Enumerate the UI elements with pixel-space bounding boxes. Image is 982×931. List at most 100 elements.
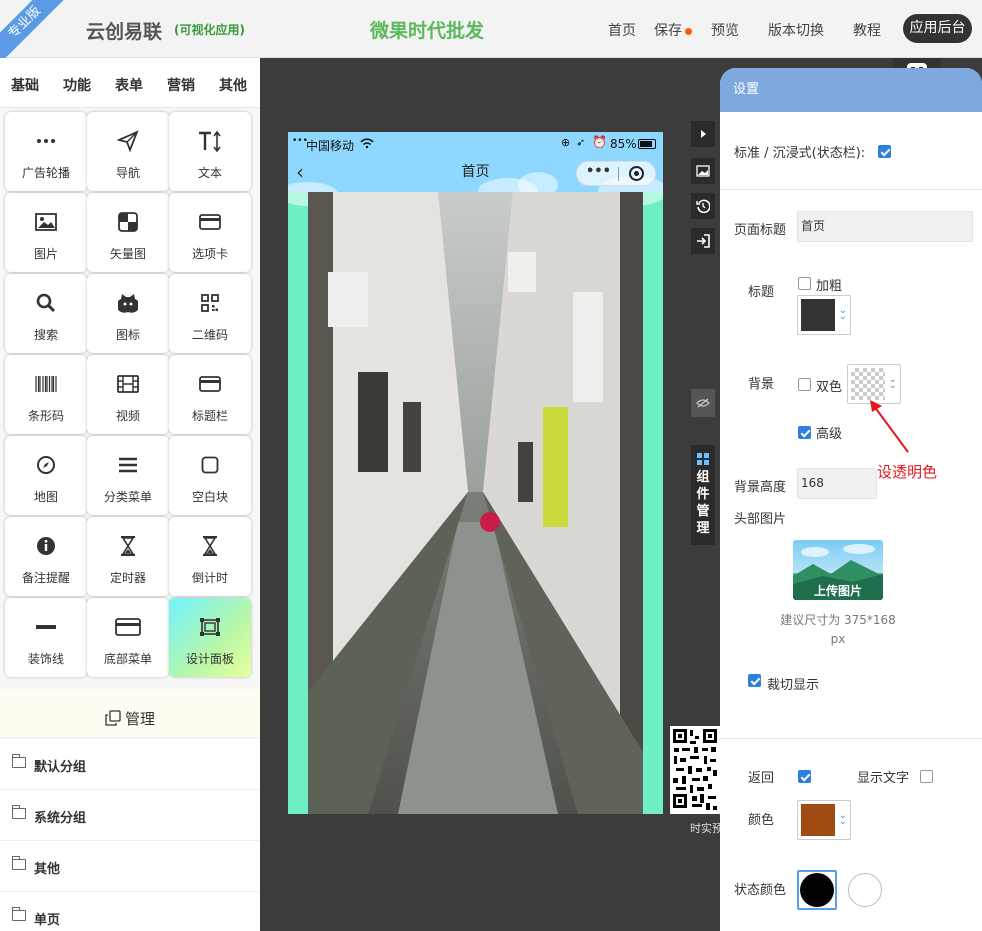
- info-icon: [5, 533, 87, 559]
- qrcode-icon: [169, 290, 251, 316]
- image-tool-button[interactable]: [691, 158, 715, 184]
- group-other[interactable]: 其他: [0, 841, 260, 892]
- nav-home[interactable]: 首页: [608, 20, 636, 40]
- collapse-arrow-button[interactable]: [691, 121, 715, 147]
- nav-version-switch[interactable]: 版本切换: [768, 20, 824, 40]
- comp-blank-block[interactable]: 空白块: [169, 436, 251, 515]
- divider: [720, 189, 982, 190]
- comp-barcode[interactable]: 条形码: [5, 355, 87, 434]
- bold-checkbox[interactable]: [798, 277, 811, 290]
- hourglass-icon: [169, 533, 251, 559]
- comp-ad-carousel[interactable]: 广告轮播: [5, 112, 87, 191]
- tab-form[interactable]: 表单: [115, 75, 143, 95]
- comp-bottom-menu[interactable]: 底部菜单: [87, 598, 169, 677]
- bold-label: 加粗: [816, 279, 843, 294]
- nav-save-label: 保存: [654, 23, 682, 39]
- shop-title: 微果时代批发: [370, 20, 485, 42]
- tab-other[interactable]: 其他: [219, 75, 247, 95]
- comp-icon[interactable]: 图标: [87, 274, 169, 353]
- title-color-picker[interactable]: ⌄ ⌄: [797, 295, 851, 335]
- advanced-label: 高级: [816, 427, 843, 442]
- admin-backend-button[interactable]: 应用后台: [903, 14, 972, 43]
- comp-note-reminder[interactable]: 备注提醒: [5, 517, 87, 596]
- film-icon: [87, 371, 169, 397]
- wifi-icon: [360, 137, 374, 151]
- group-system[interactable]: 系统分组: [0, 790, 260, 841]
- comp-label: 矢量图: [109, 247, 146, 261]
- line-icon: [5, 614, 87, 640]
- nav-tutorial[interactable]: 教程: [853, 20, 881, 40]
- github-icon: [87, 290, 169, 316]
- chevron-down-icon: ⌄ ⌄: [888, 374, 897, 391]
- phone-preview[interactable]: ••• 中国移动 ⊕ ➶ ⏰ 85% ‹ 首页 •••: [288, 132, 663, 814]
- login-tool-button[interactable]: [691, 228, 715, 254]
- mini-program-capsule[interactable]: •••: [576, 161, 656, 186]
- status-color-black-option[interactable]: [797, 870, 837, 910]
- black-circle-swatch: [800, 873, 834, 907]
- search-icon: [5, 290, 87, 316]
- comp-label: 二维码: [191, 328, 228, 342]
- comp-manage-char: 组: [696, 470, 710, 485]
- brand-subtitle: (可视化应用): [174, 23, 245, 37]
- comp-image[interactable]: 图片: [5, 193, 87, 272]
- divider: [720, 738, 982, 739]
- status-color-white-option[interactable]: [848, 873, 882, 907]
- comp-label: 搜索: [33, 328, 58, 342]
- comp-search[interactable]: 搜索: [5, 274, 87, 353]
- tab-function[interactable]: 功能: [63, 75, 91, 95]
- dual-color-checkbox[interactable]: [798, 378, 811, 391]
- group-label: 其他: [34, 862, 61, 877]
- show-text-label: 显示文字: [857, 771, 910, 786]
- comp-titlebar[interactable]: 标题栏: [169, 355, 251, 434]
- comp-text[interactable]: 文本: [169, 112, 251, 191]
- comp-label: 图片: [33, 247, 58, 261]
- comp-vector[interactable]: 矢量图: [87, 193, 169, 272]
- back-checkbox[interactable]: [798, 770, 811, 783]
- history-tool-button[interactable]: [691, 193, 715, 219]
- dots-icon: [5, 128, 87, 154]
- comp-countdown[interactable]: 倒计时: [169, 517, 251, 596]
- comp-label: 倒计时: [191, 571, 228, 585]
- bg-height-label: 背景高度: [734, 480, 787, 495]
- show-text-checkbox[interactable]: [920, 770, 933, 783]
- comp-label: 广告轮播: [21, 166, 70, 180]
- comp-map[interactable]: 地图: [5, 436, 87, 515]
- immersive-checkbox[interactable]: [878, 145, 891, 158]
- nav-preview[interactable]: 预览: [711, 20, 739, 40]
- comp-tabs[interactable]: 选项卡: [169, 193, 251, 272]
- realtime-preview-qrcode[interactable]: [670, 726, 720, 814]
- component-manage-button[interactable]: 组 件 管 理: [691, 445, 715, 545]
- comp-video[interactable]: 视频: [87, 355, 169, 434]
- tab-marketing[interactable]: 营销: [167, 75, 195, 95]
- page-title-input[interactable]: 首页: [797, 211, 973, 242]
- tab-basic[interactable]: 基础: [11, 75, 39, 95]
- comp-timer[interactable]: 定时器: [87, 517, 169, 596]
- eye-slash-button[interactable]: [691, 389, 715, 417]
- grid-icon: [691, 445, 715, 469]
- manage-header[interactable]: 管理: [0, 690, 260, 738]
- comp-label: 图标: [115, 328, 140, 342]
- crop-display-label: 裁切显示: [767, 678, 820, 693]
- back-color-picker[interactable]: ⌄ ⌄: [797, 800, 851, 840]
- group-single-page[interactable]: 单页: [0, 892, 260, 931]
- category-tabs: 基础 功能 表单 营销 其他: [0, 58, 260, 108]
- frame-icon: [169, 614, 251, 640]
- bg-height-input[interactable]: 168: [797, 468, 877, 499]
- dual-color-label: 双色: [816, 380, 843, 395]
- crop-display-checkbox[interactable]: [748, 674, 761, 687]
- nav-save[interactable]: 保存: [654, 20, 692, 40]
- more-dots-icon: •••: [586, 164, 611, 179]
- comp-category-menu[interactable]: 分类菜单: [87, 436, 169, 515]
- group-default[interactable]: 默认分组: [0, 739, 260, 790]
- comp-label: 定时器: [109, 571, 146, 585]
- comp-label: 导航: [115, 166, 140, 180]
- upload-image-button[interactable]: 上传图片: [793, 540, 883, 600]
- comp-qrcode[interactable]: 二维码: [169, 274, 251, 353]
- status-color-label: 状态颜色: [734, 883, 787, 898]
- comp-navigation[interactable]: 导航: [87, 112, 169, 191]
- chevron-down-icon: ⌄ ⌄: [838, 810, 847, 827]
- comp-decoration-line[interactable]: 装饰线: [5, 598, 87, 677]
- advanced-checkbox[interactable]: [798, 426, 811, 439]
- comp-design-panel[interactable]: 设计面板: [169, 598, 251, 677]
- comp-label: 地图: [33, 490, 58, 504]
